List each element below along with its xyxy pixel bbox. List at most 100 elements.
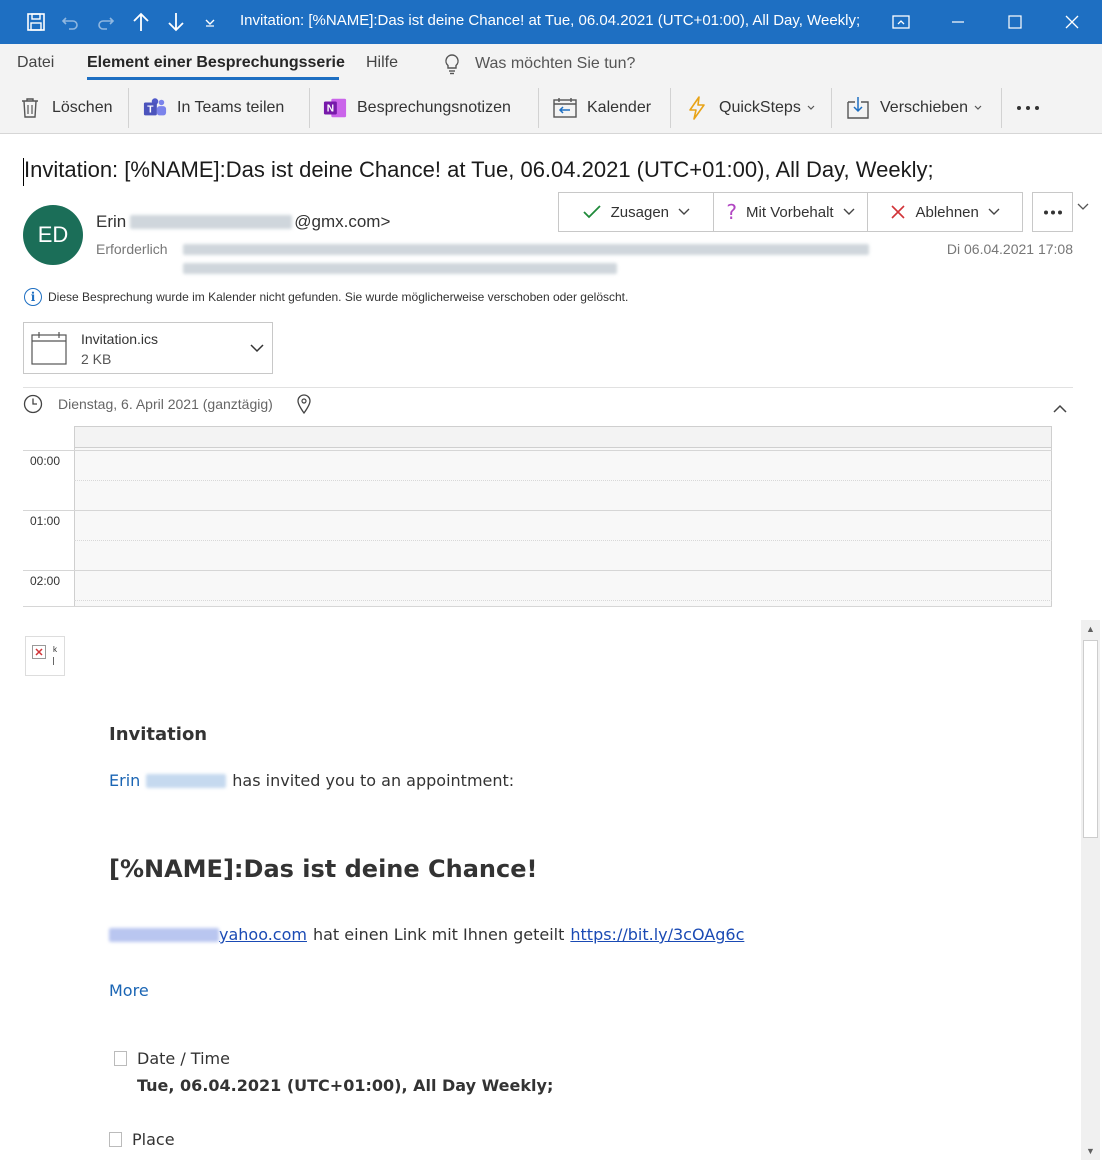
time-label: 00:00 [30, 454, 61, 468]
calendar-file-icon [31, 332, 67, 365]
menu-bar: Datei Element einer Besprechungsserie Hi… [0, 44, 1102, 84]
info-bar: i Diese Besprechung wurde im Kalender ni… [24, 288, 628, 306]
redacted-sender-name [130, 215, 293, 229]
svg-text:T: T [147, 105, 154, 116]
chevron-down-icon [974, 105, 982, 110]
chevron-up-icon[interactable] [1053, 400, 1067, 416]
calendar-label: Kalender [587, 99, 652, 116]
sender-domain: @gmx.com> [294, 212, 391, 231]
share-line: yahoo.com hat einen Link mit Ihnen getei… [109, 925, 744, 944]
share-to-teams-button[interactable]: T In Teams teilen [143, 92, 284, 124]
previous-item-icon[interactable] [129, 10, 153, 34]
place-label: Place [132, 1130, 175, 1149]
attachment-card[interactable]: Invitation.ics 2 KB [23, 322, 273, 374]
redo-icon[interactable] [94, 10, 118, 34]
tab-datei[interactable]: Datei [17, 54, 54, 72]
invite-line: Erin has invited you to an appointment: [109, 771, 514, 790]
event-title: [%NAME]:Das ist deine Chance! [109, 855, 538, 883]
ribbon-expand-icon[interactable] [1077, 200, 1089, 214]
ribbon: Löschen T In Teams teilen N Besprechungs… [0, 84, 1102, 210]
invite-text: has invited you to an appointment: [232, 771, 515, 790]
calendar-arrow-icon [553, 96, 577, 120]
delete-button[interactable]: Löschen [18, 92, 113, 124]
redacted-attendees [183, 263, 617, 274]
ribbon-display-options-icon[interactable] [886, 8, 916, 36]
time-label: 01:00 [30, 514, 61, 528]
chevron-down-icon [807, 105, 815, 110]
divider [23, 387, 1073, 388]
calendar-day-area [74, 426, 1052, 607]
lightbulb-icon [445, 54, 459, 75]
location-pin-icon [297, 394, 311, 414]
sender-email-link[interactable]: yahoo.com [219, 925, 307, 944]
hour-line [23, 510, 1052, 511]
place-label-row: Place [109, 1130, 175, 1149]
hour-line [23, 570, 1052, 571]
undo-icon[interactable] [58, 10, 82, 34]
more-commands-button[interactable] [1016, 92, 1040, 124]
datetime-value: Tue, 06.04.2021 (UTC+01:00), All Day Wee… [137, 1076, 554, 1095]
more-link[interactable]: More [109, 981, 149, 1000]
maximize-button[interactable] [1000, 8, 1030, 36]
quicksteps-button[interactable]: QuickSteps [685, 92, 815, 124]
tab-meeting-series[interactable]: Element einer Besprechungsserie [87, 54, 345, 72]
scrollbar-thumb[interactable] [1083, 640, 1098, 838]
next-item-icon[interactable] [164, 10, 188, 34]
calendar-button[interactable]: Kalender [553, 92, 651, 124]
close-button[interactable] [1057, 8, 1087, 36]
chevron-down-icon[interactable] [250, 344, 264, 353]
redacted-email [109, 927, 219, 942]
message-subject: Invitation: [%NAME]:Das ist deine Chance… [24, 157, 934, 182]
datetime-image-icon [114, 1051, 127, 1066]
scroll-down-icon[interactable]: ▼ [1081, 1142, 1100, 1160]
tell-me-search[interactable]: Was möchten Sie tun? [443, 53, 635, 75]
move-label: Verschieben [880, 99, 969, 116]
avatar[interactable]: ED [23, 205, 83, 265]
ribbon-separator [309, 88, 310, 128]
hour-line [23, 450, 1052, 451]
checkmark-icon [583, 205, 601, 219]
question-mark-icon: ? [726, 200, 738, 224]
accept-button[interactable]: Zusagen [559, 193, 714, 231]
share-link[interactable]: https://bit.ly/3cOAg6c [570, 925, 744, 944]
vertical-scrollbar[interactable]: ▲ ▼ [1081, 620, 1100, 1160]
move-button[interactable]: Verschieben [846, 92, 982, 124]
scroll-up-icon[interactable]: ▲ [1081, 620, 1100, 638]
decline-button[interactable]: Ablehnen [868, 193, 1022, 231]
broken-image-icon: k [25, 636, 65, 676]
title-bar: Invitation: [%NAME]:Das ist deine Chance… [0, 0, 1102, 44]
tentative-label: Mit Vorbehalt [746, 203, 834, 221]
minimize-button[interactable] [943, 8, 973, 36]
svg-text:N: N [327, 104, 334, 115]
datetime-label: Date / Time [137, 1049, 230, 1068]
clock-icon [23, 394, 43, 414]
more-actions-button[interactable] [1032, 192, 1073, 232]
window-title: Invitation: [%NAME]:Das ist deine Chance… [240, 12, 860, 29]
attachment-size: 2 KB [81, 351, 112, 367]
ribbon-separator [128, 88, 129, 128]
onenote-icon: N [323, 96, 347, 120]
tab-hilfe[interactable]: Hilfe [366, 54, 398, 72]
ribbon-separator [1001, 88, 1002, 128]
save-icon[interactable] [24, 10, 48, 34]
chevron-down-icon [678, 208, 690, 215]
lightning-icon [685, 96, 709, 120]
chevron-down-icon [988, 208, 1000, 215]
half-hour-line [74, 540, 1052, 541]
meeting-date: Dienstag, 6. April 2021 (ganztägig) [58, 396, 273, 412]
ribbon-separator [831, 88, 832, 128]
teams-icon: T [143, 96, 167, 120]
calendar-all-day-row [74, 426, 1052, 448]
customize-toolbar-icon[interactable] [198, 10, 222, 34]
half-hour-line [74, 480, 1052, 481]
response-buttons: Zusagen ? Mit Vorbehalt Ablehnen [558, 192, 1023, 232]
calendar-bottom-line [23, 606, 1052, 607]
inviter-link[interactable]: Erin [109, 771, 140, 790]
sender[interactable]: Erin @gmx.com> [96, 212, 390, 232]
move-folder-icon [846, 96, 870, 120]
sender-first-name: Erin [96, 212, 127, 231]
info-icon: i [24, 288, 42, 306]
meeting-notes-label: Besprechungsnotizen [357, 99, 511, 116]
meeting-notes-button[interactable]: N Besprechungsnotizen [323, 92, 511, 124]
tentative-button[interactable]: ? Mit Vorbehalt [714, 193, 869, 231]
